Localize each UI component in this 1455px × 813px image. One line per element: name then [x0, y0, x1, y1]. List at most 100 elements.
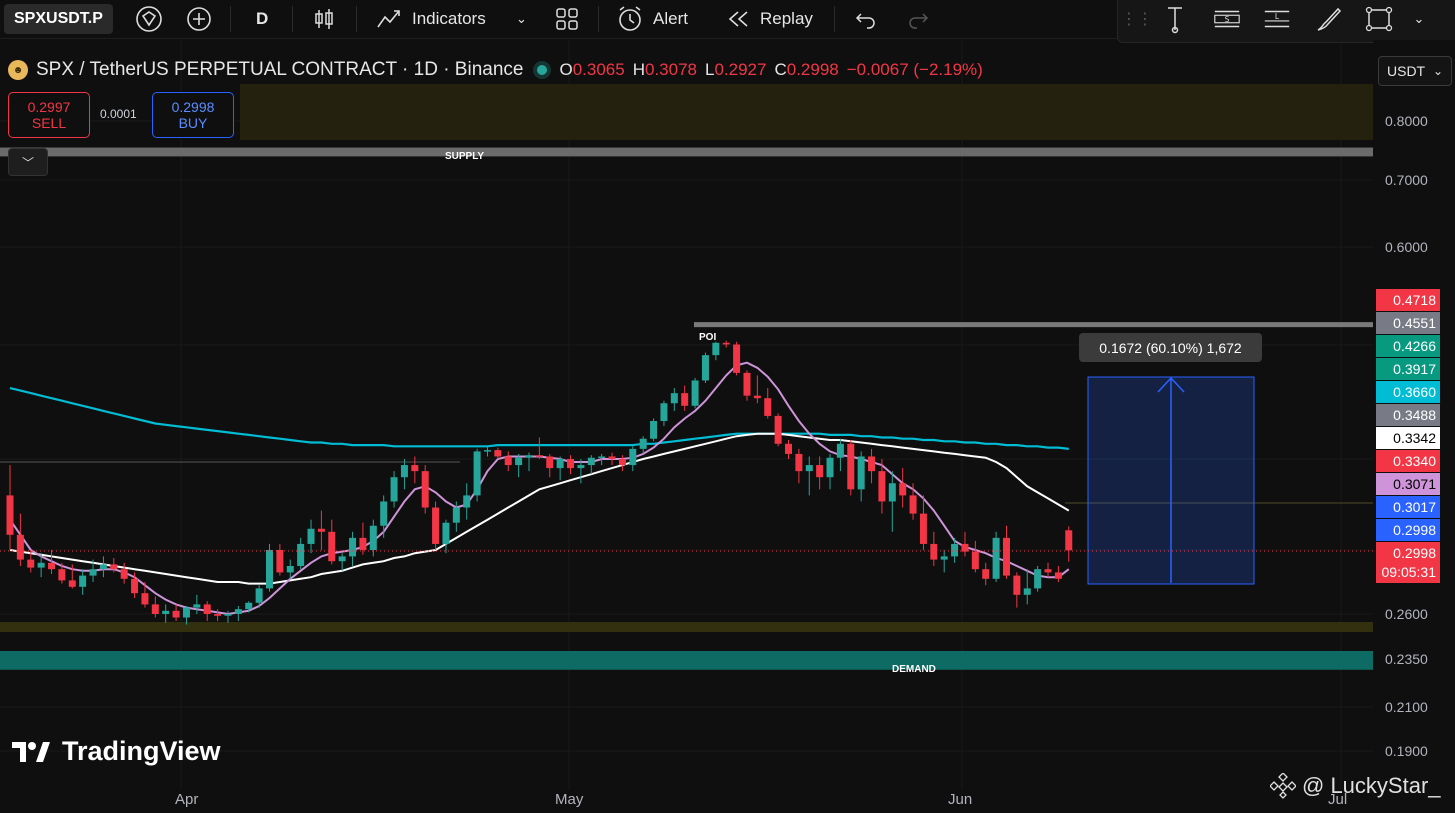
indicators-icon: [377, 10, 400, 28]
candle: [774, 413, 782, 447]
collapse-legend-button[interactable]: ﹀: [8, 148, 48, 176]
buy-button[interactable]: 0.2998 BUY: [152, 92, 234, 138]
alert-button[interactable]: Alert: [615, 0, 688, 38]
plus-circle-icon: [187, 7, 211, 31]
candle: [1002, 525, 1010, 579]
candle-body: [380, 501, 388, 526]
candle-body: [525, 455, 533, 458]
long-position-tool[interactable]: L: [1262, 4, 1292, 34]
redo-button[interactable]: [904, 0, 932, 38]
candle-body: [888, 483, 896, 502]
candle: [556, 456, 564, 481]
candle: [120, 562, 128, 584]
candle-body: [297, 543, 305, 566]
candle-body: [182, 607, 190, 618]
candle: [681, 385, 689, 411]
chart-type-button[interactable]: [310, 0, 338, 38]
diamond-icon: [136, 6, 162, 32]
supply-zone-label: SUPPLY: [445, 151, 485, 162]
candle-body: [266, 550, 273, 589]
candle-body: [774, 415, 782, 444]
alarm-clock-icon: [619, 6, 641, 31]
sell-button[interactable]: 0.2997 SELL: [8, 92, 90, 138]
candle: [359, 522, 367, 555]
candle-body: [816, 465, 824, 478]
candle: [504, 451, 512, 472]
candle: [1023, 569, 1031, 605]
replay-label: Replay: [760, 9, 813, 28]
volume-profile-band: [240, 84, 1373, 140]
chevron-down-icon[interactable]: ⌄: [1404, 4, 1434, 34]
rectangle-tool[interactable]: [1364, 4, 1394, 34]
candle-body: [16, 534, 24, 560]
sell-price: 0.2997: [27, 99, 71, 115]
candle: [234, 606, 242, 622]
candle: [463, 483, 471, 520]
indicators-button[interactable]: Indicators: [374, 0, 486, 38]
time-axis-label: Apr: [175, 791, 199, 808]
candle-body: [224, 614, 232, 616]
brush-tool[interactable]: [1314, 4, 1344, 34]
candle: [432, 501, 440, 550]
candle-body: [400, 465, 408, 478]
replay-button[interactable]: Replay: [724, 0, 813, 38]
candle: [16, 513, 24, 566]
candle-body: [743, 372, 751, 396]
add-symbol-button[interactable]: [184, 0, 214, 38]
candle-body: [618, 459, 626, 466]
candle-body: [722, 342, 730, 345]
candle: [888, 471, 896, 532]
countdown-tag: 09:05:31: [1376, 561, 1440, 583]
price-tag-value: 0.3071: [1393, 476, 1436, 492]
chevron-down-icon: ⌄: [1432, 64, 1443, 78]
buy-price: 0.2998: [171, 99, 215, 115]
candle-body: [691, 380, 699, 406]
price-tag-value: 0.3660: [1393, 384, 1436, 400]
candle: [587, 455, 595, 475]
vertical-line-tool[interactable]: [1160, 4, 1190, 34]
price-chart[interactable]: [0, 40, 1373, 790]
candle: [826, 453, 834, 490]
candle: [307, 519, 315, 554]
drag-handle-icon[interactable]: ⋮⋮: [1121, 4, 1153, 34]
candle-body: [556, 459, 564, 469]
compare-symbol-button[interactable]: [134, 0, 164, 38]
measure-text: 0.1672 (60.10%) 1,672: [1099, 339, 1242, 356]
candle-body: [992, 537, 1000, 579]
currency-select[interactable]: USDT ⌄: [1378, 56, 1452, 86]
author-name: @ LuckyStar_: [1302, 773, 1441, 798]
poi-zone: [694, 322, 1373, 328]
chevron-down-icon: ﹀: [21, 155, 34, 170]
candle-body: [151, 604, 159, 614]
chevron-down-icon[interactable]: ⌄: [516, 0, 527, 38]
tradingview-wordmark: TradingView: [62, 736, 221, 766]
undo-icon: [855, 13, 875, 29]
candle: [836, 438, 844, 472]
candle-body: [411, 465, 419, 472]
tradingview-logo[interactable]: TradingView: [12, 736, 221, 767]
short-position-tool[interactable]: S: [1212, 4, 1242, 34]
candle: [473, 448, 481, 502]
time-axis-label: Jun: [948, 791, 973, 808]
price-axis-tag: 0.3342: [1376, 427, 1440, 449]
svg-text:S: S: [1225, 15, 1230, 24]
candle: [494, 447, 502, 459]
rewind-icon: [728, 11, 748, 27]
candle: [6, 465, 14, 550]
undo-button[interactable]: [852, 0, 880, 38]
candle-body: [359, 537, 367, 550]
candle-body: [847, 443, 855, 490]
candle: [182, 606, 190, 625]
candle: [224, 610, 232, 623]
interval-button[interactable]: D: [256, 0, 268, 38]
candle-body: [930, 543, 938, 560]
candle: [483, 446, 491, 457]
candle-body: [172, 610, 180, 618]
brush-icon: [1317, 7, 1342, 31]
symbol-label: SPXUSDT.P: [14, 10, 103, 27]
templates-button[interactable]: [553, 0, 581, 38]
candle: [608, 452, 616, 466]
binance-icon: [1270, 773, 1296, 799]
candle: [338, 553, 346, 571]
symbol-search-button[interactable]: SPXUSDT.P: [4, 4, 113, 34]
